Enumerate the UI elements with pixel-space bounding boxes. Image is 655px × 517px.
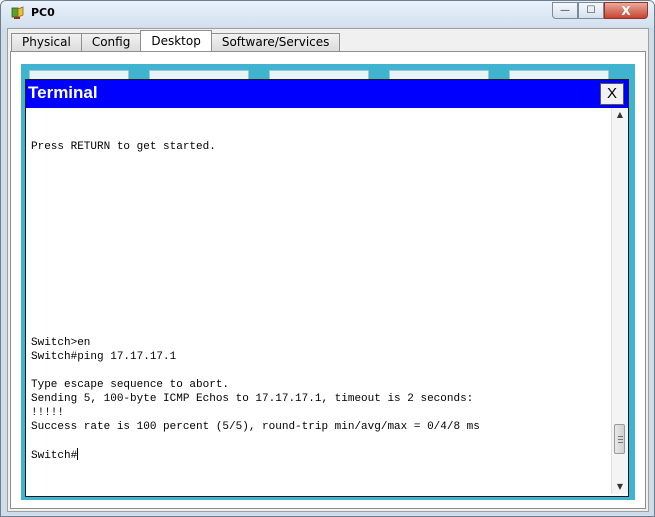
- terminal-prompt-line[interactable]: Switch#: [31, 448, 79, 463]
- scroll-down-arrow-icon[interactable]: ▼: [612, 480, 628, 494]
- title-bar[interactable]: PC0 — ☐ X: [1, 1, 654, 27]
- tab-physical[interactable]: Physical: [11, 33, 82, 51]
- terminal-close-button[interactable]: X: [600, 83, 624, 105]
- terminal-prompt: Switch#: [31, 450, 78, 462]
- minimize-icon: —: [560, 5, 570, 16]
- client-area: Physical Config Desktop Software/Service…: [7, 28, 649, 512]
- close-button[interactable]: X: [604, 2, 648, 19]
- maximize-icon: ☐: [586, 5, 596, 16]
- terminal-title-bar: Terminal X: [26, 80, 628, 108]
- terminal-line: !!!!!: [31, 407, 65, 419]
- close-icon: X: [621, 3, 631, 18]
- terminal-line: Sending 5, 100-byte ICMP Echos to 17.17.…: [31, 393, 474, 405]
- minimize-button[interactable]: —: [552, 2, 578, 19]
- terminal-scrollbar[interactable]: ▲ ▼: [611, 108, 628, 494]
- terminal-line: Switch#ping 17.17.17.1: [31, 351, 177, 363]
- app-window: PC0 — ☐ X Physical Config Desktop Softwa…: [0, 0, 655, 517]
- scroll-up-arrow-icon[interactable]: ▲: [612, 108, 628, 122]
- text-cursor: [77, 448, 79, 460]
- desktop-area: Terminal X Press RETURN to get started. …: [21, 64, 635, 500]
- terminal-window: Terminal X Press RETURN to get started. …: [25, 79, 629, 497]
- terminal-line: Switch>en: [31, 337, 91, 349]
- terminal-output[interactable]: Press RETURN to get started. Switch>en S…: [26, 108, 610, 494]
- terminal-line: Success rate is 100 percent (5/5), round…: [31, 421, 480, 433]
- window-controls: — ☐ X: [552, 2, 648, 19]
- thumb-grip: [618, 442, 623, 443]
- desktop-tab-panel: Terminal X Press RETURN to get started. …: [10, 51, 646, 509]
- maximize-button[interactable]: ☐: [578, 2, 604, 19]
- thumb-grip: [618, 439, 623, 440]
- tab-config[interactable]: Config: [80, 33, 142, 51]
- terminal-line: Type escape sequence to abort.: [31, 379, 230, 391]
- window-title: PC0: [31, 6, 55, 19]
- packet-tracer-pc-icon: [11, 6, 24, 19]
- terminal-line: Press RETURN to get started.: [31, 141, 216, 153]
- scrollbar-thumb[interactable]: [614, 424, 625, 454]
- tab-software-services[interactable]: Software/Services: [210, 33, 341, 51]
- tab-bar: Physical Config Desktop Software/Service…: [11, 30, 341, 51]
- tab-desktop[interactable]: Desktop: [140, 30, 212, 51]
- terminal-title: Terminal: [28, 83, 98, 102]
- thumb-grip: [618, 436, 623, 437]
